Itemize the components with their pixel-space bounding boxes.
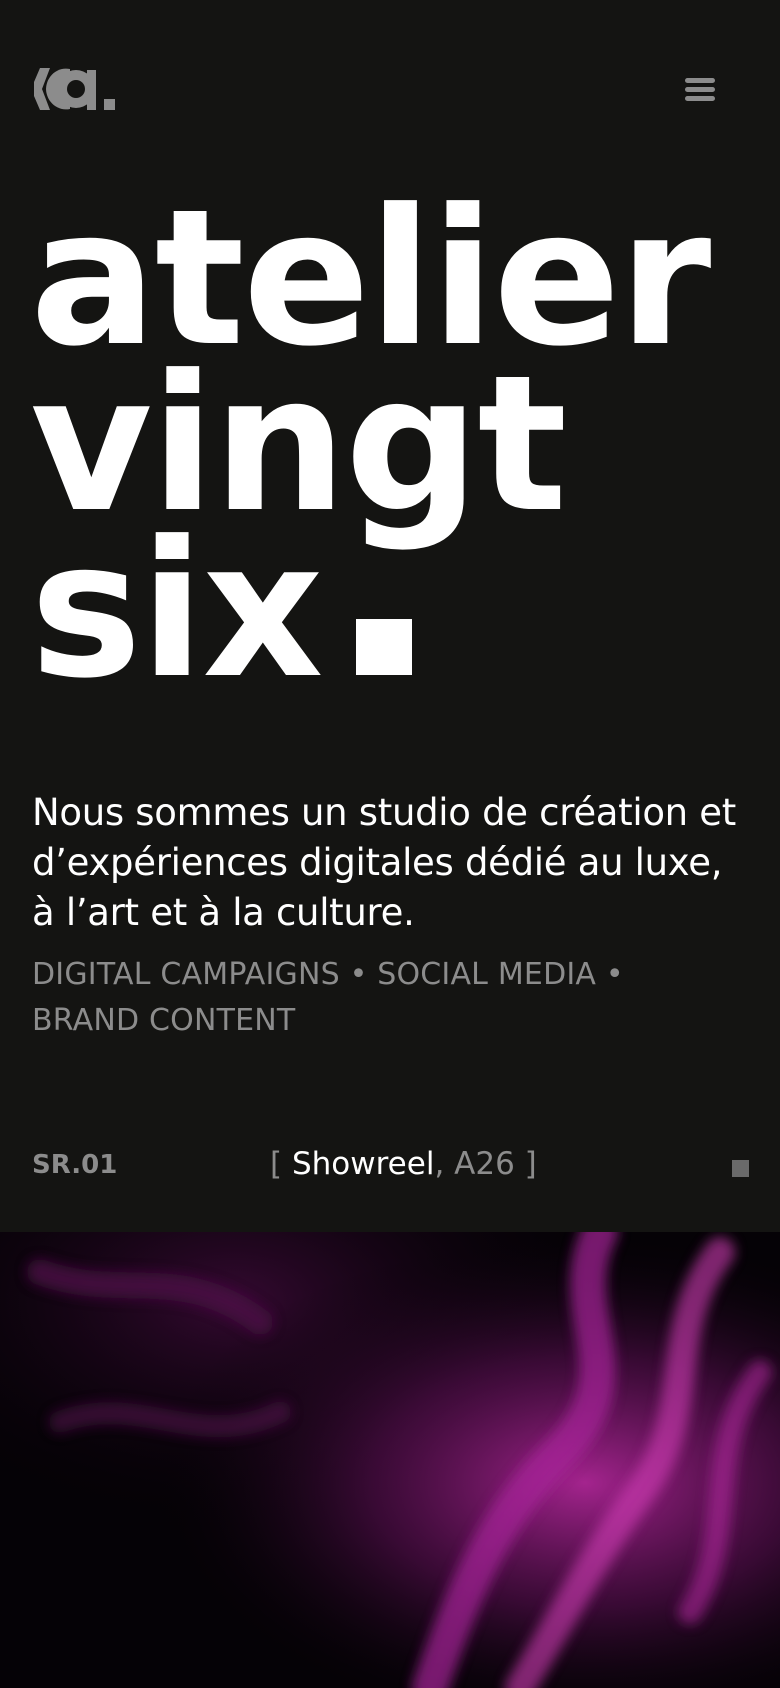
- showreel-bar: SR.01 [ Showreel, A26 ]: [0, 1136, 780, 1196]
- hero-title-line-3-text: six: [30, 501, 324, 720]
- showreel-video[interactable]: [0, 1232, 780, 1688]
- studio-intro: Nous sommes un studio de création et d’e…: [32, 791, 736, 934]
- stop-icon[interactable]: [732, 1160, 749, 1177]
- smoke-visual: [0, 1232, 780, 1688]
- services-line-2: BRAND CONTENT: [32, 1003, 296, 1038]
- showreel-separator: ,: [434, 1146, 445, 1182]
- hamburger-menu-icon[interactable]: [680, 70, 720, 110]
- showreel-code: SR.01: [32, 1150, 118, 1180]
- showreel-title: Showreel: [291, 1146, 435, 1182]
- bracket-close: ]: [524, 1146, 537, 1182]
- site-header: [0, 0, 780, 180]
- hero-title-line-3: six: [30, 517, 750, 705]
- services-list: DIGITAL CAMPAIGNS • SOCIAL MEDIA • BRAND…: [32, 952, 672, 1044]
- square-dot-icon: [355, 619, 412, 675]
- services-line-1: DIGITAL CAMPAIGNS • SOCIAL MEDIA •: [32, 957, 624, 992]
- brand-logo[interactable]: [32, 64, 122, 114]
- bracket-open: [: [270, 1146, 283, 1182]
- showreel-year: A26: [454, 1146, 515, 1182]
- atelier-vingt-six-logo-icon: [34, 68, 115, 110]
- showreel-label[interactable]: [ Showreel, A26 ]: [270, 1146, 537, 1182]
- hero-title: atelier vingt six: [30, 185, 750, 705]
